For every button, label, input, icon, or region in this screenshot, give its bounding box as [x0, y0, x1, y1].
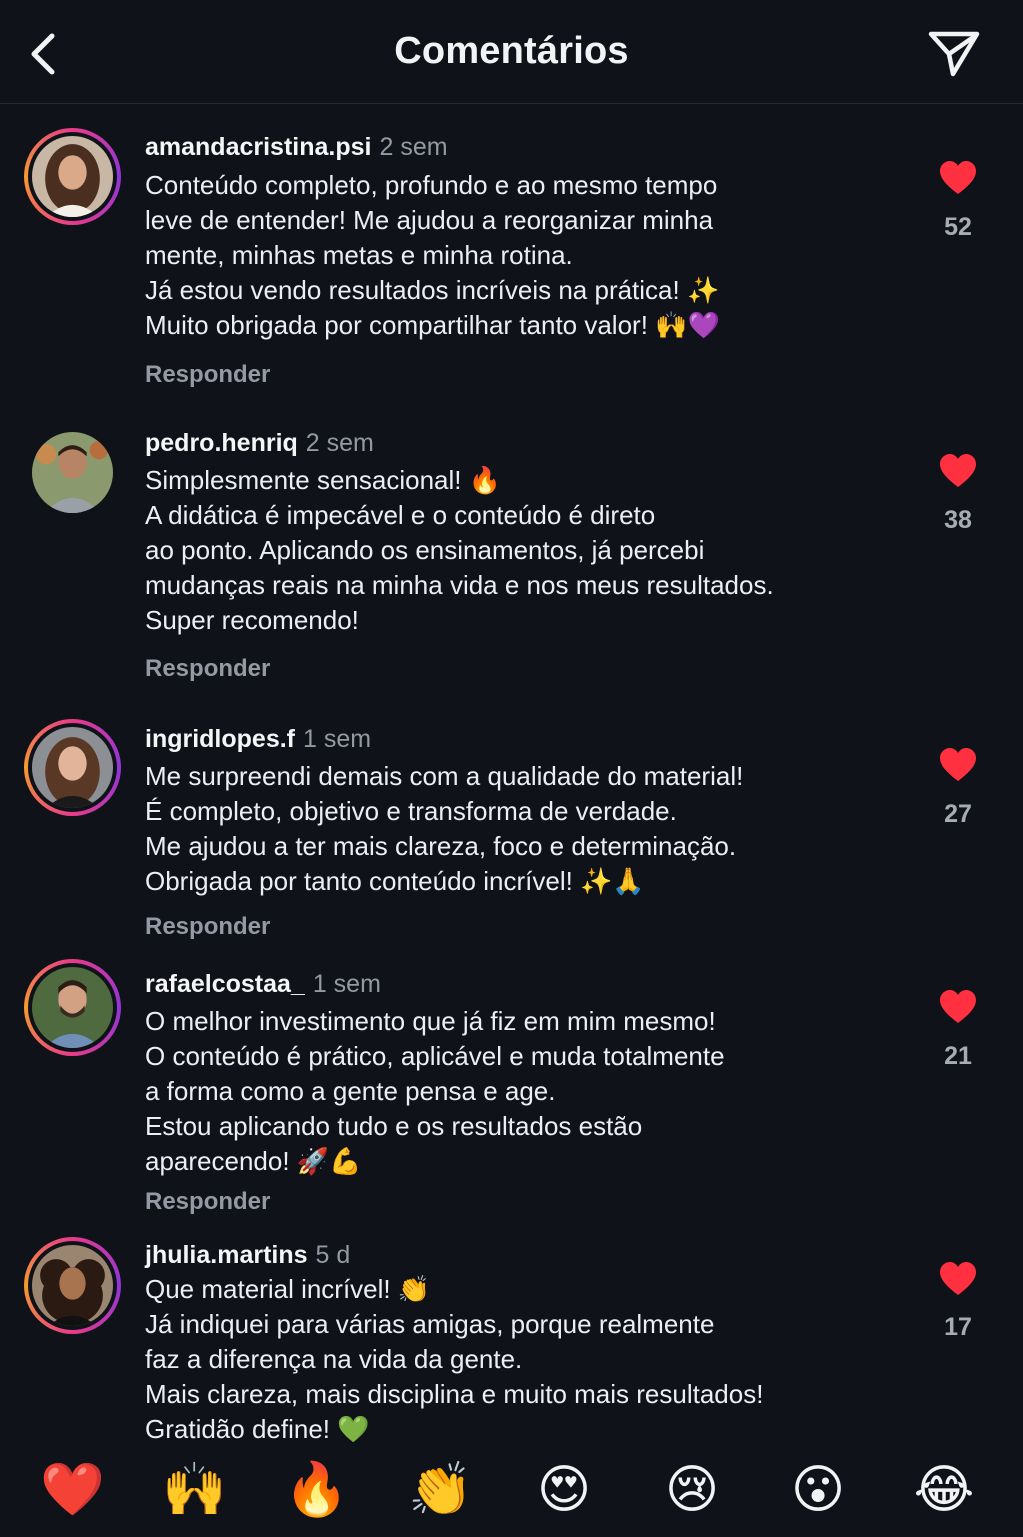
comment-line: A didática é impecável e o conteúdo é di…	[145, 500, 656, 530]
avatar[interactable]	[24, 959, 121, 1056]
heart-icon[interactable]	[938, 747, 978, 783]
comment-line: Me surpreendi demais com a qualidade do …	[145, 761, 744, 791]
like-count: 17	[944, 1313, 972, 1341]
send-icon[interactable]	[925, 26, 983, 82]
avatar[interactable]	[24, 424, 121, 521]
comment-time: 1 sem	[312, 970, 381, 998]
reply-button[interactable]: Responder	[145, 913, 270, 941]
reply-button[interactable]: Responder	[145, 655, 270, 683]
comment-line: Conteúdo completo, profundo e ao mesmo t…	[145, 170, 718, 200]
comment-line: É completo, objetivo e transforma de ver…	[145, 796, 677, 826]
raised-hands-reaction-icon[interactable]: 🙌	[162, 1458, 227, 1522]
reply-button[interactable]: Responder	[145, 1188, 270, 1216]
comment-line: Super recomendo!	[145, 605, 359, 635]
comment-line: aparecendo! 🚀💪	[145, 1146, 362, 1176]
comment-line: Que material incrível! 👏	[145, 1274, 431, 1304]
fire-reaction-icon[interactable]: 🔥	[284, 1458, 349, 1522]
header-bar: Comentários	[0, 0, 1023, 104]
comment-time: 5 d	[315, 1241, 351, 1269]
comment-username[interactable]: amandacristina.psi	[145, 133, 371, 161]
comment-meta: pedro.henriq 2 sem	[145, 428, 374, 458]
comment-line: mudanças reais na minha vida e nos meus …	[145, 570, 774, 600]
comment-line: leve de entender! Me ajudou a reorganiza…	[145, 205, 714, 235]
quick-reaction-bar: ❤️ 🙌 🔥 👏 😍 😢 😮 😂	[0, 1442, 1023, 1537]
comment-time: 2 sem	[305, 429, 374, 457]
comment-line: Já indiquei para várias amigas, porque r…	[145, 1309, 715, 1339]
like-count: 52	[944, 213, 972, 241]
comment-text: O melhor investimento que já fiz em mim …	[145, 1004, 865, 1179]
avatar[interactable]	[24, 128, 121, 225]
avatar[interactable]	[24, 719, 121, 816]
heart-reaction-icon[interactable]: ❤️	[40, 1458, 105, 1522]
comment-line: a forma como a gente pensa e age.	[145, 1076, 556, 1106]
comment-line: Muito obrigada por compartilhar tanto va…	[145, 310, 720, 340]
reply-button[interactable]: Responder	[145, 361, 270, 389]
heart-icon[interactable]	[938, 453, 978, 489]
comment-line: Obrigada por tanto conteúdo incrível! ✨🙏	[145, 866, 645, 896]
comment-line: ao ponto. Aplicando os ensinamentos, já …	[145, 535, 705, 565]
comment-text: Conteúdo completo, profundo e ao mesmo t…	[145, 168, 865, 343]
like-count: 21	[944, 1042, 972, 1070]
crying-reaction-icon[interactable]: 😢	[660, 1458, 724, 1522]
heart-icon[interactable]	[938, 1261, 978, 1297]
comment-meta: amandacristina.psi 2 sem	[145, 132, 448, 162]
comment-username[interactable]: jhulia.martins	[145, 1241, 308, 1269]
comment-line: Mais clareza, mais disciplina e muito ma…	[145, 1379, 764, 1409]
comment-line: Já estou vendo resultados incríveis na p…	[145, 275, 720, 305]
comment-line: O conteúdo é prático, aplicável e muda t…	[145, 1041, 725, 1071]
comment-line: Simplesmente sensacional! 🔥	[145, 465, 502, 495]
comment-meta: rafaelcostaa_ 1 sem	[145, 969, 381, 999]
comment-username[interactable]: rafaelcostaa_	[145, 970, 305, 998]
comment-meta: jhulia.martins 5 d	[145, 1240, 350, 1270]
comment-username[interactable]: pedro.henriq	[145, 429, 298, 457]
like-count: 27	[944, 800, 972, 828]
heart-eyes-reaction-icon[interactable]: 😍	[532, 1458, 596, 1522]
comment-text: Que material incrível! 👏 Já indiquei par…	[145, 1272, 865, 1447]
comment-meta: ingridlopes.f 1 sem	[145, 724, 371, 754]
comment-line: O melhor investimento que já fiz em mim …	[145, 1006, 716, 1036]
avatar[interactable]	[24, 1237, 121, 1334]
comment-time: 2 sem	[379, 133, 448, 161]
comment-text: Me surpreendi demais com a qualidade do …	[145, 759, 865, 899]
comment-line: Me ajudou a ter mais clareza, foco e det…	[145, 831, 737, 861]
heart-icon[interactable]	[938, 160, 978, 196]
comment-time: 1 sem	[303, 725, 372, 753]
like-count: 38	[944, 506, 972, 534]
comment-username[interactable]: ingridlopes.f	[145, 725, 295, 753]
laughing-reaction-icon[interactable]: 😂	[912, 1458, 976, 1522]
comment-line: faz a diferença na vida da gente.	[145, 1344, 523, 1374]
heart-icon[interactable]	[938, 989, 978, 1025]
page-title: Comentários	[394, 30, 629, 72]
comment-line: mente, minhas metas e minha rotina.	[145, 240, 573, 270]
comment-text: Simplesmente sensacional! 🔥 A didática é…	[145, 463, 865, 638]
surprised-reaction-icon[interactable]: 😮	[786, 1458, 850, 1522]
clap-reaction-icon[interactable]: 👏	[408, 1458, 473, 1522]
comment-line: Estou aplicando tudo e os resultados est…	[145, 1111, 643, 1141]
